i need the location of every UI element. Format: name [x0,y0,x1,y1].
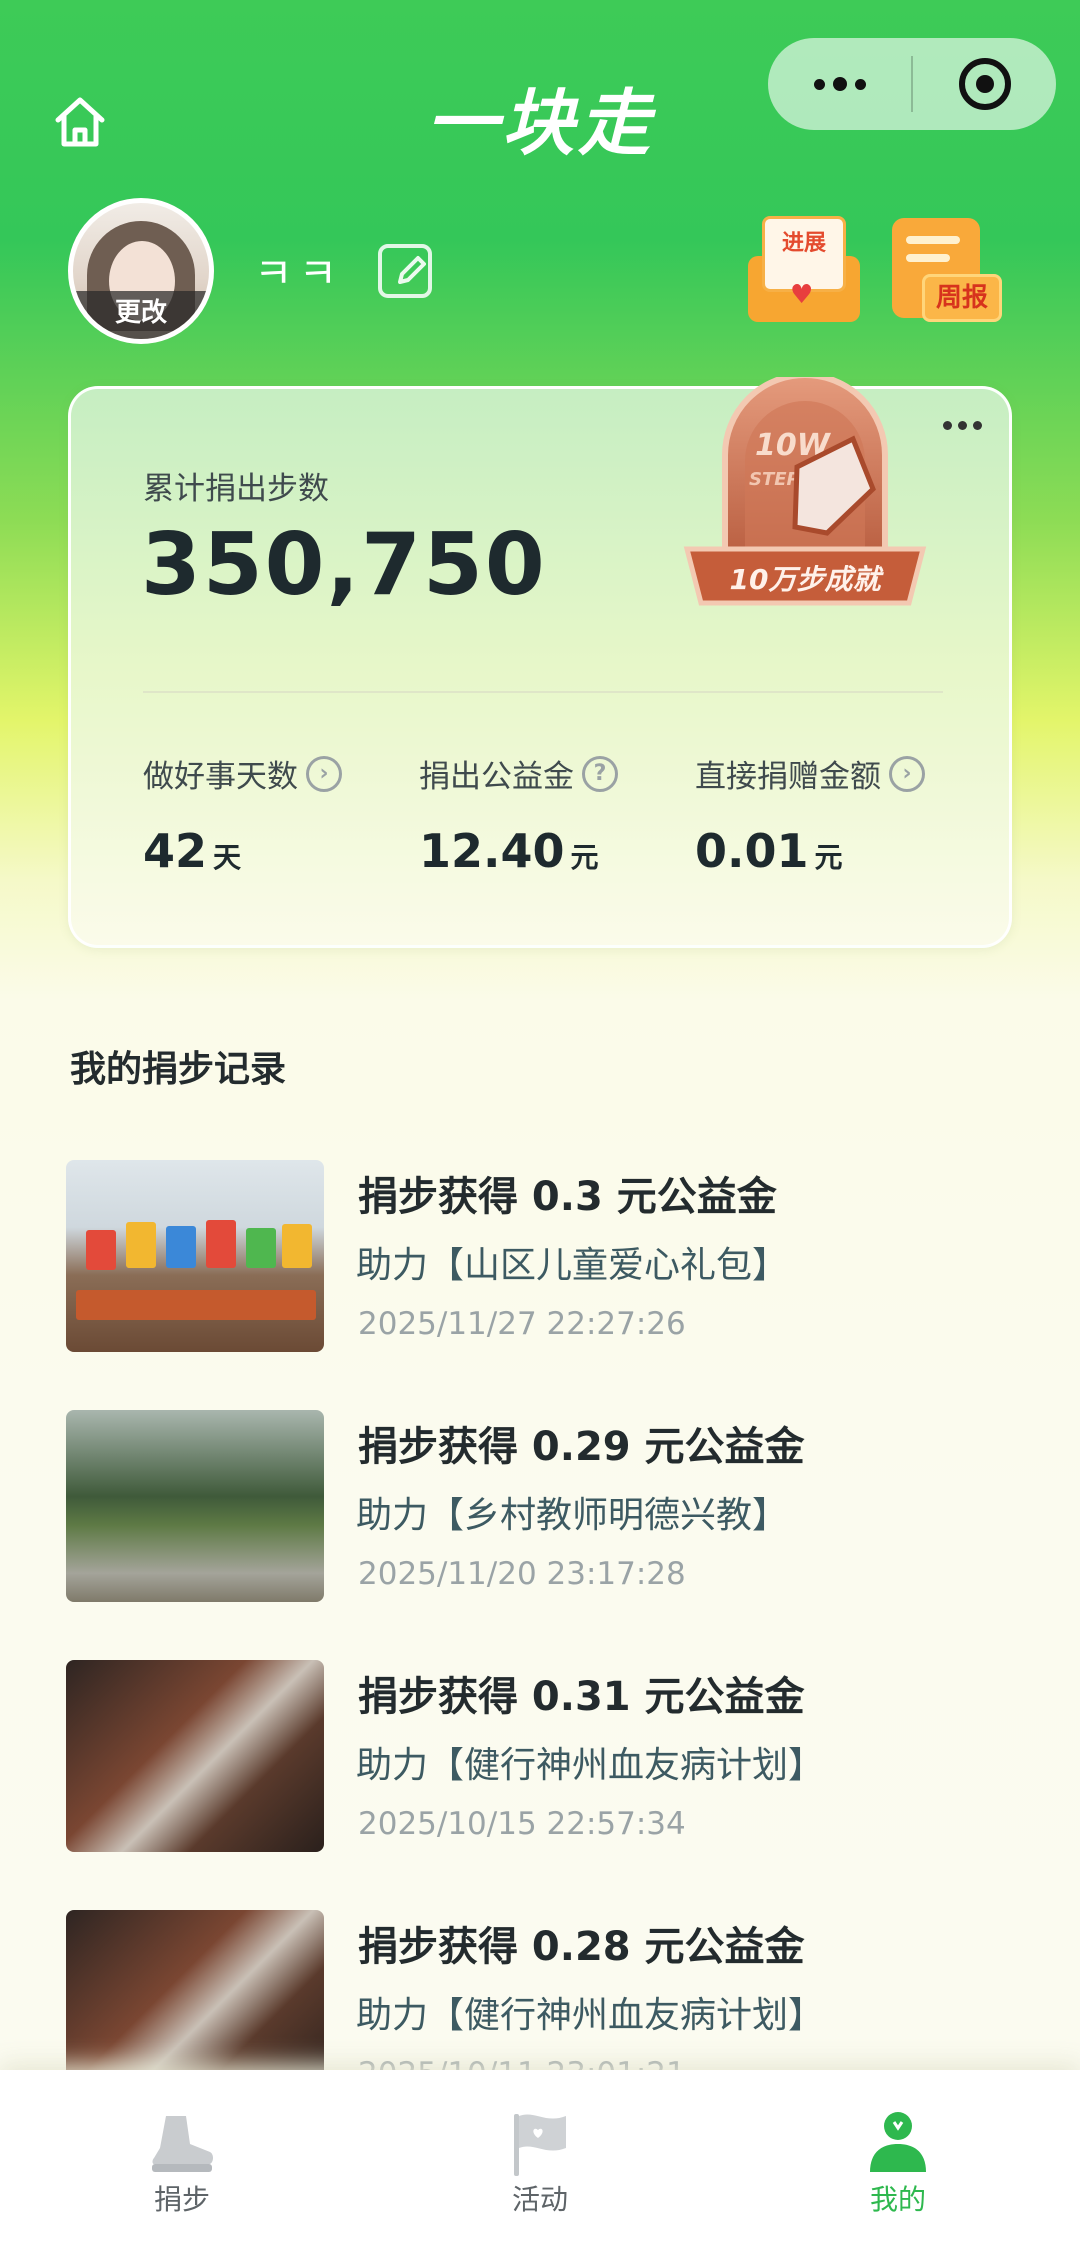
medal-icon[interactable]: 10W STEPS 10万步成就 [677,377,933,633]
record-project: 助力【健行神州血友病计划】 [356,1745,825,1786]
stat-direct-donation-label: 直接捐赠金额 [695,759,881,795]
stat-good-days[interactable]: 做好事天数 › 42 天 [143,751,342,878]
edit-icon[interactable] [378,244,432,298]
tab-activities-label: 活动 [511,2183,568,2216]
mini-program-capsule [768,38,1056,130]
stat-direct-donation-unit: 元 [814,841,843,874]
header: 一块走 [0,0,1080,190]
flag-icon [514,2114,566,2176]
tab-mine[interactable]: 我的 [798,2070,998,2245]
record-time: 2025/11/27 22:27:26 [358,1306,686,1342]
tab-bar: 捐步 活动 我的 [0,2070,1080,2245]
stat-good-days-label: 做好事天数 [143,759,298,795]
stat-donated-fund-unit: 元 [570,841,599,874]
record-title: 捐步获得 0.3 元公益金 [358,1174,777,1220]
progress-badge-label: 进展 [781,231,826,256]
heart-icon: ♥ [790,280,814,310]
chevron-right-icon[interactable]: › [889,755,925,792]
weekly-report-badge[interactable]: 周报 [888,216,1002,326]
weekly-tab: 周报 [922,274,1002,322]
records-section-title: 我的捐步记录 [70,1049,287,1090]
list-item[interactable]: 捐步获得 0.3 元公益金 助力【山区儿童爱心礼包】 2025/11/27 22… [66,1160,1026,1356]
tab-activities[interactable]: 活动 [440,2070,640,2245]
record-project: 助力【乡村教师明德兴教】 [356,1495,789,1536]
list-item[interactable]: 捐步获得 0.29 元公益金 助力【乡村教师明德兴教】 2025/11/20 2… [66,1410,1026,1606]
card-more-icon[interactable] [943,421,982,430]
shoe-icon [152,2116,213,2172]
username: ㅋㅋ [254,249,344,298]
total-steps-label: 累计捐出步数 [143,471,329,507]
person-icon [870,2112,926,2172]
record-project: 助力【山区儿童爱心礼包】 [356,1245,789,1286]
card-divider [143,691,943,693]
stat-good-days-value: 42 [143,824,208,878]
avatar[interactable]: 更改 [68,198,214,344]
more-dots-icon[interactable] [768,38,911,130]
record-thumbnail [66,1160,324,1352]
chevron-right-icon[interactable]: › [306,755,342,792]
summary-card: 累计捐出步数 350,750 10W STEPS 10万步成就 做好事天数 › 4… [68,377,1012,948]
tab-donate-steps[interactable]: 捐步 [82,2070,282,2245]
stat-donated-fund[interactable]: 捐出公益金? 12.40 元 [419,751,618,878]
progress-badge[interactable]: 进展 ♥ [748,216,860,326]
avatar-edit-label[interactable]: 更改 [73,291,209,339]
stat-donated-fund-value: 12.40 [419,824,565,878]
stat-direct-donation-value: 0.01 [695,824,809,878]
tab-mine-label: 我的 [869,2183,926,2216]
weekly-badge-label: 周报 [935,283,988,313]
record-project: 助力【健行神州血友病计划】 [356,1995,825,2036]
total-steps-value: 350,750 [141,515,547,615]
record-title: 捐步获得 0.29 元公益金 [358,1424,805,1470]
list-item[interactable]: 捐步获得 0.31 元公益金 助力【健行神州血友病计划】 2025/10/15 … [66,1660,1026,1856]
stat-direct-donation[interactable]: 直接捐赠金额 › 0.01 元 [695,751,925,878]
help-icon[interactable]: ? [582,755,618,792]
record-thumbnail [66,1410,324,1602]
record-title: 捐步获得 0.31 元公益金 [358,1674,805,1720]
medal-ribbon-text: 10万步成就 [730,563,885,596]
stat-good-days-unit: 天 [213,841,242,874]
record-time: 2025/11/20 23:17:28 [358,1556,686,1592]
stat-donated-fund-label: 捐出公益金 [419,759,574,795]
target-icon[interactable] [913,38,1056,130]
record-time: 2025/10/15 22:57:34 [358,1806,686,1842]
record-thumbnail [66,1660,324,1852]
record-title: 捐步获得 0.28 元公益金 [358,1924,805,1970]
tab-donate-steps-label: 捐步 [153,2183,210,2216]
